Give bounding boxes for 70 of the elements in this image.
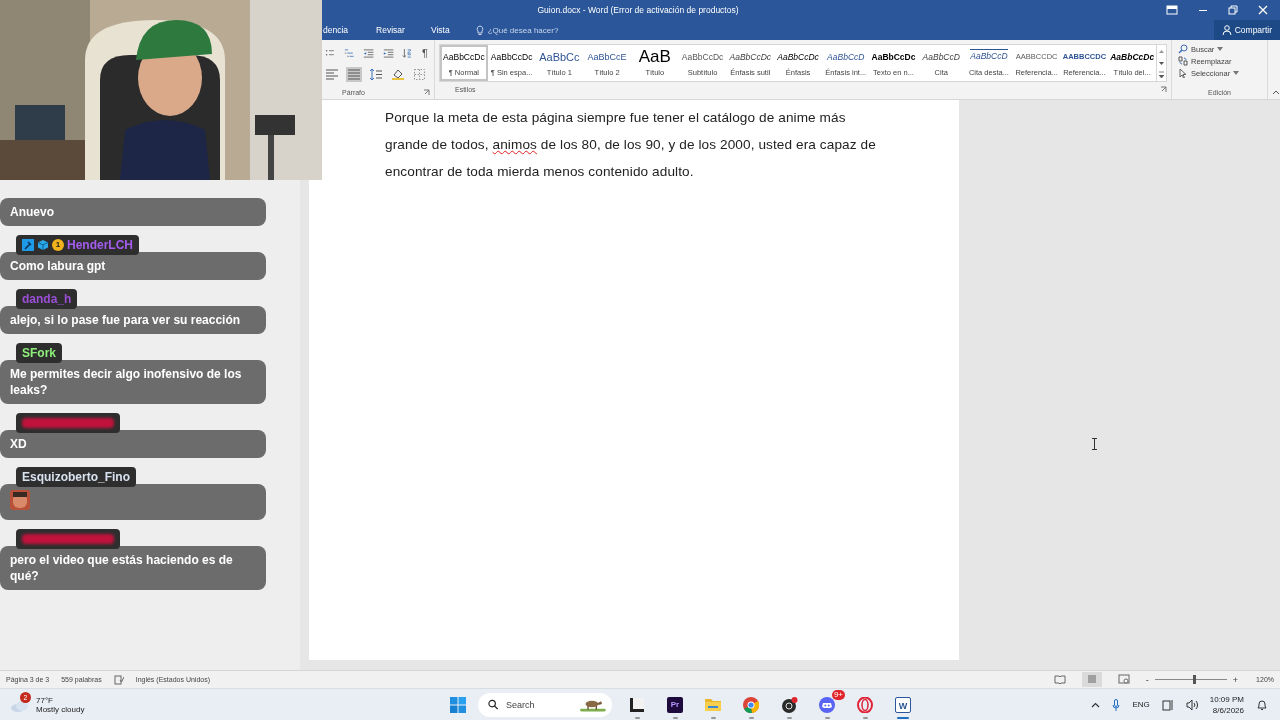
slider-thumb[interactable] [1193, 675, 1197, 684]
username[interactable]: Esquizoberto_Fino [22, 470, 130, 484]
close-icon[interactable] [1258, 5, 1268, 15]
start-icon[interactable] [450, 696, 466, 713]
shading-icon[interactable] [390, 67, 406, 82]
line-spacing-icon[interactable] [368, 67, 384, 82]
chat-app-icon[interactable] [819, 696, 835, 713]
hammer-badge-icon [22, 239, 34, 251]
cube-badge-icon [37, 239, 49, 251]
notification-badge: 9+ [831, 689, 845, 700]
scroll-down-icon[interactable] [1157, 59, 1167, 67]
premiere-app-icon[interactable]: Pr [667, 696, 683, 713]
proofing-icon[interactable] [113, 674, 124, 685]
web-layout-icon [1117, 674, 1130, 684]
document-paragraph: Porque la meta de esta página siempre fue tener el catálogo de anime más grande de todos, animos de los 80, de los 90, y de los 2000, usted era capaz de encontrar de toda mierda menos contenido adulto. [385, 109, 877, 181]
notifications-icon[interactable] [1256, 698, 1268, 711]
temperature: 77°F [36, 695, 54, 705]
word-app-icon[interactable]: W [895, 696, 911, 713]
browser-icon[interactable] [743, 696, 759, 713]
search-icon [488, 699, 499, 710]
ribbon-display-icon[interactable] [1166, 5, 1178, 15]
dialog-launcher-icon[interactable] [1160, 85, 1167, 93]
folder-icon[interactable] [705, 698, 721, 711]
ribbon-tab[interactable]: Vista [430, 25, 460, 35]
search-field[interactable]: Search [478, 692, 612, 717]
cloud-icon [10, 699, 30, 713]
tell-me-field[interactable]: ¿Qué desea hacer? [475, 24, 559, 36]
weather-condition: Mostly cloudy [36, 704, 85, 714]
message-text: Como labura gpt [10, 259, 106, 273]
read-mode-icon [1053, 674, 1066, 684]
ribbon-tab[interactable]: dencia [323, 25, 359, 35]
recorder-icon[interactable] [780, 696, 798, 713]
replace-icon [1178, 56, 1188, 66]
lightbulb-icon [475, 24, 484, 36]
align-left-icon[interactable] [324, 67, 340, 82]
pointer-icon [1178, 68, 1188, 78]
decrease-indent-icon[interactable] [362, 46, 376, 61]
increase-indent-icon[interactable] [381, 46, 395, 61]
person-icon [1221, 25, 1232, 35]
opera-browser-icon[interactable] [857, 696, 873, 713]
coin-badge: 1 [52, 239, 64, 251]
dialog-launcher-icon[interactable] [423, 88, 430, 96]
restore-icon[interactable] [1228, 5, 1238, 15]
search-icon [1178, 44, 1188, 54]
clock-date[interactable]: 8/6/2026 [1212, 704, 1244, 716]
message-text: alejo, si lo pase fue para ver su reacción [10, 313, 241, 327]
text-cursor-icon [1091, 438, 1098, 450]
volume-icon[interactable] [1185, 698, 1198, 711]
print-layout-icon [1085, 674, 1098, 684]
microphone-icon[interactable] [1112, 698, 1121, 711]
message-text: Anuevo [10, 205, 54, 219]
taskview-icon[interactable] [630, 697, 644, 712]
share-button[interactable]: Compartir [1213, 20, 1280, 40]
more-styles-icon[interactable] [1157, 71, 1167, 79]
message-text: pero el video que estás haciendo es de qué? [10, 553, 233, 583]
sort-icon[interactable] [400, 46, 415, 61]
window-title: Guion.docx - Word (Error de activación de productos) [536, 5, 740, 15]
ribbon-tab[interactable]: Revisar [376, 25, 415, 35]
username[interactable]: SFork [22, 346, 56, 360]
message-text: Me permites decir algo inofensivo de los leaks? [10, 367, 242, 397]
message-text: XD [10, 437, 27, 451]
clock-time[interactable]: 10:09 PM [1209, 693, 1244, 705]
print-layout-button[interactable] [1081, 672, 1102, 687]
zoom-out-button[interactable]: - [1145, 674, 1149, 685]
input-language[interactable]: ENG [1132, 700, 1150, 709]
show-marks-button[interactable]: ¶ [420, 47, 430, 60]
chevron-up-icon[interactable] [1091, 701, 1101, 708]
collapse-ribbon-icon[interactable] [1272, 89, 1280, 95]
borders-icon[interactable] [412, 67, 428, 82]
zoom-in-button[interactable]: + [1232, 674, 1239, 685]
